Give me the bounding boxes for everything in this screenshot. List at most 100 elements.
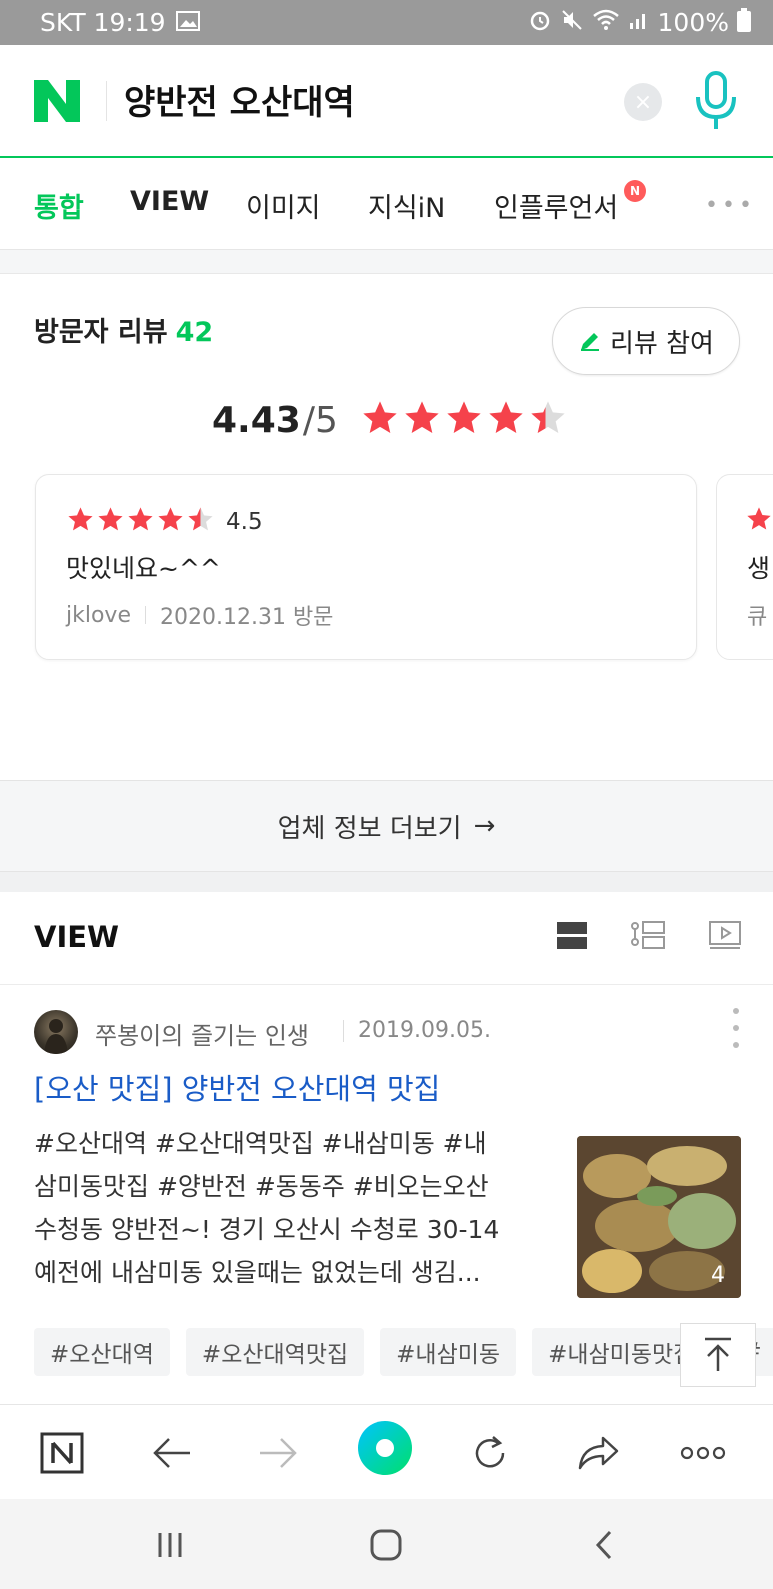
search-tabs: 통합 VIEW 이미지 지식iN 인플루언서 N •••: [0, 160, 773, 250]
browser-toolbar: [0, 1404, 773, 1499]
list-view-icon[interactable]: [630, 920, 666, 950]
share-button[interactable]: [574, 1429, 622, 1477]
video-view-icon[interactable]: [708, 920, 742, 950]
view-section-title: VIEW: [34, 920, 120, 954]
review-count: 42: [175, 317, 214, 348]
wifi-icon: [592, 8, 620, 37]
search-header: 양반전 오산대역 ×: [0, 45, 773, 158]
review-title-label: 방문자 리뷰: [34, 317, 168, 348]
section-gap: [0, 872, 773, 892]
back-button[interactable]: [148, 1429, 196, 1477]
battery-icon: [737, 7, 751, 38]
image-count-badge: 4: [711, 1263, 725, 1288]
star-icon: [186, 505, 215, 538]
hashtag-list: #오산대역 #오산대역맛집 #내삼미동 #내삼미동맛집 #: [34, 1328, 773, 1376]
view-section: VIEW 쭈봉이의 즐기는 인생 2019.09.05. [오산 맛집] 양반전…: [0, 892, 773, 1402]
share-icon: [578, 1436, 619, 1470]
chevron-left-icon: [595, 1530, 612, 1560]
post-thumbnail[interactable]: 4: [577, 1136, 741, 1298]
post-author[interactable]: 쭈봉이의 즐기는 인생: [95, 1016, 309, 1051]
avatar[interactable]: [34, 1010, 78, 1054]
write-review-label: 리뷰 참여: [610, 328, 714, 359]
green-dot-icon: [358, 1421, 412, 1475]
star-icon: [126, 505, 155, 538]
more-business-info-label: 업체 정보 더보기: [277, 813, 462, 844]
more-dots-icon: [680, 1446, 726, 1460]
more-tabs-button[interactable]: •••: [705, 193, 756, 218]
arrow-right-icon: →: [473, 811, 496, 841]
green-dot-button[interactable]: [356, 1419, 414, 1477]
arrow-left-icon: [153, 1438, 190, 1468]
recent-apps-icon: [158, 1533, 182, 1557]
arrow-up-icon: [705, 1337, 731, 1371]
star-icon: [528, 398, 568, 442]
hashtag-chip[interactable]: #오산대역맛집: [185, 1328, 365, 1376]
scroll-to-top-button[interactable]: [680, 1323, 756, 1387]
tab-view[interactable]: VIEW: [130, 186, 209, 217]
post-excerpt[interactable]: #오산대역 #오산대역맛집 #내삼미동 #내 삼미동맛집 #양반전 #동동주 #…: [34, 1122, 544, 1294]
post-excerpt-line: 삼미동맛집 #양반전 #동동주 #비오는오산: [34, 1172, 489, 1201]
tab-influencer[interactable]: 인플루언서: [494, 186, 618, 225]
review-card-rating: 4.5: [66, 505, 263, 538]
hashtag-chip[interactable]: #오산대역: [34, 1328, 170, 1376]
battery-percent: 100%: [657, 8, 729, 37]
rating-stars: [360, 398, 568, 442]
recent-apps-button[interactable]: [150, 1525, 190, 1565]
home-button[interactable]: [366, 1525, 406, 1565]
post-excerpt-line: #오산대역 #오산대역맛집 #내삼미동 #내: [34, 1129, 487, 1158]
review-card-user: jklove: [66, 602, 131, 628]
hashtag-chip[interactable]: #내삼미동: [380, 1328, 517, 1376]
post-excerpt-line: 수청동 양반전~! 경기 오산시 수청로 30-14: [34, 1215, 500, 1244]
divider: [0, 984, 773, 985]
review-card-next-text: 생: [747, 554, 771, 583]
clear-search-button[interactable]: ×: [624, 83, 662, 121]
review-card-next[interactable]: 생 큐: [716, 474, 773, 660]
refresh-button[interactable]: [466, 1429, 514, 1477]
close-icon: ×: [633, 89, 653, 115]
voice-search-button[interactable]: [694, 71, 738, 133]
system-back-button[interactable]: [584, 1525, 624, 1565]
overall-rating: 4.43 /5: [212, 398, 568, 442]
post-excerpt-line: 예전에 내삼미동 있을때는 없었는데 생김...: [34, 1258, 481, 1287]
naver-home-icon: [40, 1432, 84, 1474]
tab-all[interactable]: 통합: [34, 186, 84, 225]
more-menu-button[interactable]: [678, 1429, 728, 1477]
home-icon: [370, 1529, 402, 1561]
arrow-right-icon: [260, 1438, 297, 1468]
rating-max: /5: [302, 399, 338, 441]
star-icon: [96, 505, 125, 538]
signal-icon: [628, 8, 650, 37]
review-card-date: 2020.12.31 방문: [159, 605, 334, 630]
alarm-icon: [528, 8, 552, 38]
tab-images[interactable]: 이미지: [246, 186, 321, 225]
tab-knowledge-in[interactable]: 지식iN: [368, 186, 445, 225]
status-bar: SKT 19:19 100%: [0, 0, 773, 45]
forward-button[interactable]: [254, 1429, 302, 1477]
review-card-score: 4.5: [226, 508, 263, 535]
star-icon: [747, 507, 771, 530]
review-card-meta: jklove 2020.12.31 방문: [66, 599, 333, 631]
post-more-menu-button[interactable]: [728, 1008, 744, 1048]
post-title-link[interactable]: [오산 맛집] 양반전 오산대역 맛집: [34, 1066, 440, 1108]
mute-icon: [560, 8, 584, 38]
microphone-icon: [696, 71, 736, 129]
new-badge: N: [624, 180, 646, 202]
star-icon: [156, 505, 185, 538]
gallery-icon: [175, 8, 200, 37]
carrier-time: SKT 19:19: [40, 8, 166, 37]
more-business-info-button[interactable]: 업체 정보 더보기 →: [0, 780, 773, 872]
naver-home-button[interactable]: [38, 1429, 86, 1477]
search-input[interactable]: 양반전 오산대역: [124, 75, 355, 124]
star-icon: [486, 398, 526, 442]
pencil-icon: [581, 333, 600, 351]
write-review-button[interactable]: 리뷰 참여: [552, 307, 740, 375]
meta-divider: [144, 606, 146, 624]
logo-divider: [106, 81, 107, 121]
star-icon: [66, 505, 95, 538]
review-card-stars: [66, 505, 215, 538]
naver-logo[interactable]: [34, 80, 80, 122]
star-icon: [360, 398, 400, 442]
card-view-icon[interactable]: [556, 920, 588, 950]
review-card[interactable]: 4.5 맛있네요~^^ jklove 2020.12.31 방문: [35, 474, 697, 660]
review-card-next-user: 큐: [747, 605, 768, 630]
